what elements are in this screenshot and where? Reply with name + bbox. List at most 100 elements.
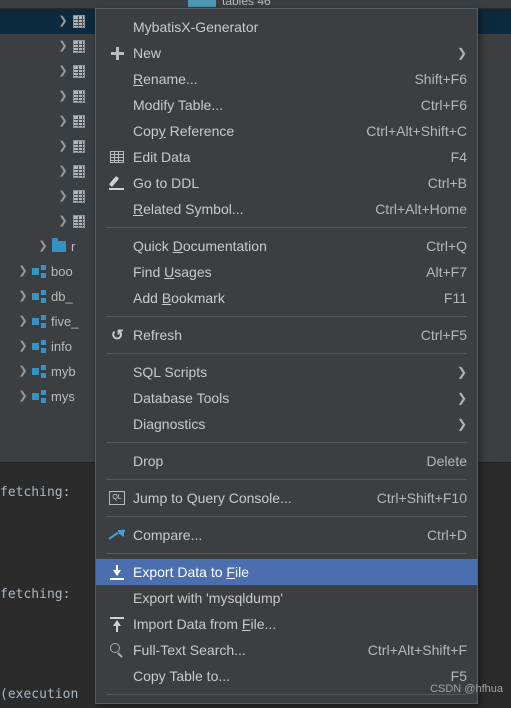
menu-item-label: Modify Table...: [133, 97, 224, 113]
menu-item-label: Refresh: [133, 327, 183, 343]
no-icon: [105, 414, 129, 434]
menu-item-shortcut: Shift+F6: [414, 71, 467, 87]
console-line: fetching:: [0, 587, 71, 602]
chevron-right-icon[interactable]: ❯: [56, 166, 70, 177]
menu-item-database-tools[interactable]: Database Tools ❯: [96, 385, 477, 411]
table-icon: [70, 190, 88, 203]
menu-item-label: MybatisX-Generator: [133, 19, 259, 35]
chevron-right-icon[interactable]: ❯: [457, 392, 467, 404]
refresh-icon: ↻: [110, 326, 124, 344]
menu-item-label: Export Data to File: [133, 564, 249, 580]
menu-item-jump-to-query-console[interactable]: QL Jump to Query Console... Ctrl+Shift+F10: [96, 485, 477, 511]
menu-item-export-with-mysqldump[interactable]: Export with 'mysqldump': [96, 585, 477, 611]
chevron-right-icon[interactable]: ❯: [457, 366, 467, 378]
tree-row-label: boo: [51, 264, 73, 279]
menu-item-new[interactable]: New ❯: [96, 40, 477, 66]
menu-item-modify-table[interactable]: Modify Table... Ctrl+F6: [96, 92, 477, 118]
no-icon: [105, 588, 129, 608]
upload-icon: [105, 614, 129, 634]
menu-item-label: SQL Scripts: [133, 364, 208, 380]
menu-item-label: Export with 'mysqldump': [133, 590, 284, 606]
menu-item-sql-scripts[interactable]: SQL Scripts ❯: [96, 359, 477, 385]
menu-item-related-symbol[interactable]: Related Symbol... Ctrl+Alt+Home: [96, 196, 477, 222]
table-icon: [70, 215, 88, 228]
no-icon: [105, 288, 129, 308]
menu-item-import-data-from-file[interactable]: Import Data from File...: [96, 611, 477, 637]
no-icon: [105, 95, 129, 115]
menu-item-mybatisx-generator[interactable]: MybatisX-Generator: [96, 14, 477, 40]
menu-item-shortcut: Ctrl+Alt+Shift+C: [366, 123, 467, 139]
chevron-right-icon[interactable]: ❯: [56, 66, 70, 77]
menu-item-find-usages[interactable]: Find Usages Alt+F7: [96, 259, 477, 285]
table-icon: [70, 40, 88, 53]
menu-item-shortcut: Ctrl+Alt+Shift+F: [367, 642, 467, 658]
menu-item-shortcut: Ctrl+Q: [426, 238, 467, 254]
schema-icon: [30, 265, 48, 278]
chevron-right-icon[interactable]: ❯: [56, 116, 70, 127]
chevron-right-icon[interactable]: ❯: [56, 41, 70, 52]
menu-item-go-to-ddl[interactable]: Go to DDL Ctrl+B: [96, 170, 477, 196]
tree-row-label: five_: [51, 314, 79, 329]
schema-icon: [30, 315, 48, 328]
no-icon: [105, 69, 129, 89]
menu-item-quick-documentation[interactable]: Quick Documentation Ctrl+Q: [96, 233, 477, 259]
no-icon: [105, 362, 129, 382]
menu-item-copy-reference[interactable]: Copy Reference Ctrl+Alt+Shift+C: [96, 118, 477, 144]
table-icon: [70, 65, 88, 78]
menu-item-drop[interactable]: Drop Delete: [96, 448, 477, 474]
menu-item-diagnostics[interactable]: Diagnostics ❯: [96, 411, 477, 437]
menu-item-shortcut: Ctrl+F6: [420, 97, 467, 113]
console-line: fetching:: [0, 485, 71, 500]
menu-item-shortcut: Ctrl+D: [426, 527, 467, 543]
folder-icon: [50, 238, 68, 252]
chevron-right-icon[interactable]: ❯: [457, 418, 467, 430]
menu-item-label: Find Usages: [133, 264, 212, 280]
table-icon: [70, 15, 88, 28]
query-console-icon: QL: [105, 488, 129, 508]
table-icon: [70, 90, 88, 103]
menu-separator: [106, 694, 467, 695]
chevron-right-icon[interactable]: ❯: [56, 216, 70, 227]
context-menu[interactable]: MybatisX-Generator New ❯ Rename... Shift+F6 M…: [95, 8, 478, 704]
menu-item-label: Copy Reference: [133, 123, 235, 139]
tab-color-chip: [188, 0, 216, 7]
chevron-right-icon[interactable]: ❯: [36, 241, 50, 252]
chevron-right-icon[interactable]: ❯: [56, 91, 70, 102]
chevron-right-icon[interactable]: ❯: [56, 16, 70, 27]
menu-item-full-text-search[interactable]: Full-Text Search... Ctrl+Alt+Shift+F: [96, 637, 477, 663]
download-icon: [105, 562, 129, 582]
menu-separator: [106, 516, 467, 517]
menu-item-label: Rename...: [133, 71, 198, 87]
menu-item-add-bookmark[interactable]: Add Bookmark F11: [96, 285, 477, 311]
chevron-right-icon[interactable]: ❯: [16, 341, 30, 352]
tree-row-label: db_: [51, 289, 73, 304]
chevron-right-icon[interactable]: ❯: [16, 266, 30, 277]
chevron-right-icon[interactable]: ❯: [56, 141, 70, 152]
chevron-right-icon[interactable]: ❯: [56, 191, 70, 202]
tab-label[interactable]: tables 46: [222, 0, 271, 8]
chevron-right-icon[interactable]: ❯: [16, 316, 30, 327]
menu-item-shortcut: Delete: [426, 453, 467, 469]
menu-item-label: Jump to Query Console...: [133, 490, 292, 506]
menu-item-label: Copy Table to...: [133, 668, 231, 684]
chevron-right-icon[interactable]: ❯: [16, 391, 30, 402]
chevron-right-icon[interactable]: ❯: [16, 291, 30, 302]
menu-item-rename[interactable]: Rename... Shift+F6: [96, 66, 477, 92]
pencil-icon: [105, 173, 129, 193]
menu-separator: [106, 316, 467, 317]
chevron-right-icon[interactable]: ❯: [16, 366, 30, 377]
no-icon: [105, 199, 129, 219]
menu-item-shortcut: F11: [443, 290, 467, 306]
chevron-right-icon[interactable]: ❯: [457, 47, 467, 59]
menu-item-label: Add Bookmark: [133, 290, 225, 306]
menu-item-refresh[interactable]: ↻ Refresh Ctrl+F5: [96, 322, 477, 348]
menu-item-edit-data[interactable]: Edit Data F4: [96, 144, 477, 170]
menu-item-compare[interactable]: Compare... Ctrl+D: [96, 522, 477, 548]
no-icon: [105, 388, 129, 408]
menu-item-copy-table-to[interactable]: Copy Table to... F5: [96, 663, 477, 689]
menu-item-label: Quick Documentation: [133, 238, 267, 254]
menu-item-label: Go to DDL: [133, 175, 200, 191]
menu-item-export-data-to-file[interactable]: Export Data to File: [96, 559, 477, 585]
compare-icon: [105, 525, 129, 545]
tree-row-label: myb: [51, 364, 76, 379]
